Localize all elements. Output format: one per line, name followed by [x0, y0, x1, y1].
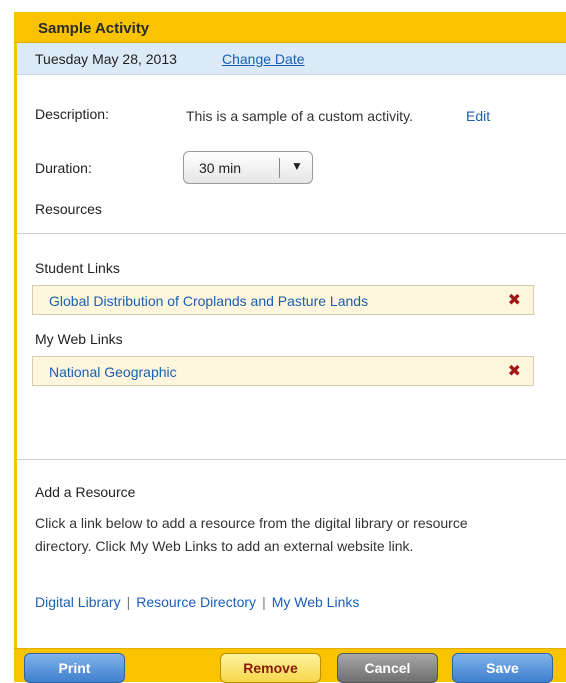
- web-links-heading: My Web Links: [35, 331, 123, 347]
- chevron-down-icon: ▼: [291, 159, 303, 173]
- date-bar: Tuesday May 28, 2013 Change Date: [17, 43, 566, 75]
- title-bar: Sample Activity: [14, 12, 566, 43]
- description-text: This is a sample of a custom activity.: [186, 108, 413, 124]
- remove-icon[interactable]: ✖: [508, 290, 521, 310]
- link-separator: |: [126, 594, 131, 610]
- save-button[interactable]: Save: [452, 653, 553, 683]
- web-link[interactable]: National Geographic: [49, 364, 177, 380]
- resource-links: Digital Library | Resource Directory | My We…: [35, 594, 359, 610]
- remove-button[interactable]: Remove: [220, 653, 321, 683]
- activity-date: Tuesday May 28, 2013: [35, 51, 177, 67]
- digital-library-link[interactable]: Digital Library: [35, 594, 121, 610]
- add-resource-help: Click a link below to add a resource fro…: [35, 512, 555, 558]
- web-link-row: National Geographic ✖: [32, 356, 534, 386]
- change-date-link[interactable]: Change Date: [222, 51, 305, 67]
- student-link[interactable]: Global Distribution of Croplands and Pas…: [49, 293, 368, 309]
- footer-bar: Print Remove Cancel Save: [14, 648, 566, 683]
- description-label: Description:: [35, 106, 109, 122]
- activity-panel: Sample Activity Tuesday May 28, 2013 Cha…: [14, 12, 566, 683]
- add-resource-heading: Add a Resource: [35, 484, 136, 500]
- cancel-button[interactable]: Cancel: [337, 653, 438, 683]
- link-separator: |: [262, 594, 266, 610]
- divider: [17, 233, 566, 234]
- my-web-links-link[interactable]: My Web Links: [272, 594, 360, 610]
- help-line: Click a link below to add a resource fro…: [35, 515, 468, 531]
- remove-icon[interactable]: ✖: [508, 361, 521, 381]
- resources-heading: Resources: [35, 201, 102, 217]
- duration-select[interactable]: 30 min ▼: [183, 151, 313, 184]
- duration-label: Duration:: [35, 160, 92, 176]
- print-button[interactable]: Print: [24, 653, 125, 683]
- select-separator: [279, 158, 280, 178]
- student-links-heading: Student Links: [35, 260, 120, 276]
- edit-description-link[interactable]: Edit: [466, 108, 490, 124]
- help-line: directory. Click My Web Links to add an …: [35, 538, 414, 554]
- student-link-row: Global Distribution of Croplands and Pas…: [32, 285, 534, 315]
- resource-directory-link[interactable]: Resource Directory: [136, 594, 256, 610]
- duration-value: 30 min: [199, 160, 242, 176]
- panel-title: Sample Activity: [38, 20, 150, 37]
- divider: [17, 459, 566, 460]
